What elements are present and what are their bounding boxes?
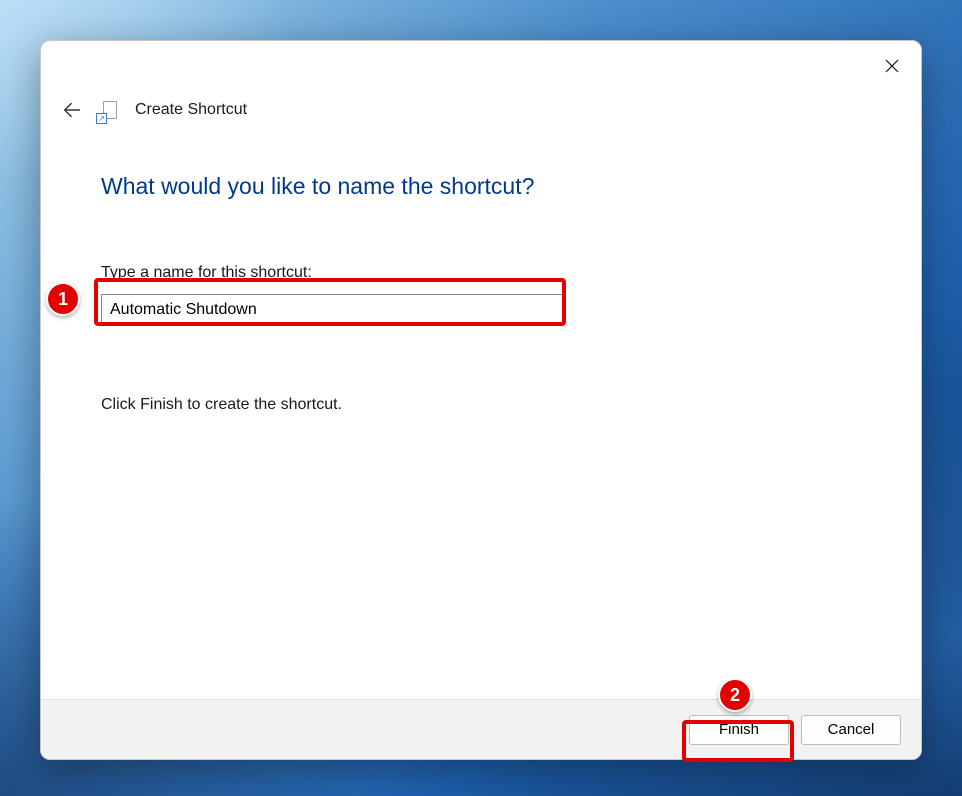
name-field-label: Type a name for this shortcut:	[101, 264, 861, 282]
page-heading: What would you like to name the shortcut…	[101, 173, 861, 200]
wizard-title: Create Shortcut	[135, 101, 247, 119]
wizard-content: What would you like to name the shortcut…	[41, 127, 921, 699]
help-text: Click Finish to create the shortcut.	[101, 396, 861, 414]
create-shortcut-dialog: ↗ Create Shortcut What would you like to…	[40, 40, 922, 760]
wizard-header: ↗ Create Shortcut	[41, 87, 921, 127]
close-icon[interactable]	[881, 55, 903, 77]
cancel-button[interactable]: Cancel	[801, 715, 901, 745]
button-bar: Finish Cancel	[41, 699, 921, 759]
titlebar	[41, 41, 921, 87]
back-icon[interactable]	[59, 97, 85, 123]
shortcut-icon: ↗	[99, 99, 121, 121]
shortcut-name-input[interactable]	[101, 294, 563, 326]
finish-button[interactable]: Finish	[689, 715, 789, 745]
